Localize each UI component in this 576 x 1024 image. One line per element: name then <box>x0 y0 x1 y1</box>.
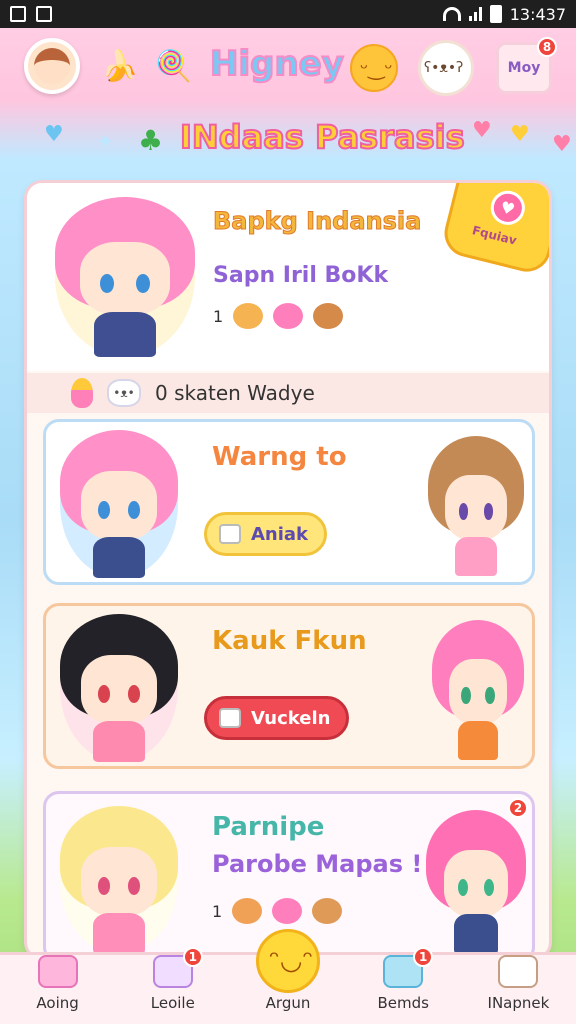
nav-item-home[interactable]: Aoing <box>0 955 115 1024</box>
nav-label: Aoing <box>36 994 79 1012</box>
heart-icon: ♥ <box>44 122 64 147</box>
nav-item-center[interactable]: Argun <box>230 929 345 1024</box>
bear-icon: 1 <box>383 947 434 988</box>
paper-icon <box>219 708 241 728</box>
nav-item-friends[interactable]: 1 Bemds <box>346 947 461 1024</box>
wifi-icon <box>442 7 461 21</box>
character-image <box>60 806 178 954</box>
nav-badge: 1 <box>413 947 434 967</box>
character-image <box>60 430 178 578</box>
heart-icon: ♥ <box>510 122 530 147</box>
character-image <box>432 620 524 760</box>
profile-menu-label: Moy <box>507 60 541 76</box>
nav-label: Leoile <box>150 994 195 1012</box>
top-header: 🍌 🍭 Higney Moy 8 <box>0 36 576 100</box>
sub-bar[interactable]: •ᴥ• 0 skaten Wadye <box>27 373 549 413</box>
status-time: 13:437 <box>509 4 566 24</box>
card-count: 1 <box>212 901 223 921</box>
character-image <box>60 614 178 762</box>
card-subtitle: Parobe Mapas ! <box>212 850 423 878</box>
banner-title: INdaas Pasrasis <box>179 117 466 157</box>
nav-item-calendar[interactable]: 1 Leoile <box>115 947 230 1024</box>
bottom-nav: Aoing 1 Leoile Argun 1 Bemds INapnek <box>0 929 576 1024</box>
card-action-button[interactable]: Aniak <box>204 512 328 556</box>
card-action-label: Vuckeln <box>251 707 331 729</box>
character-image <box>428 436 524 576</box>
notification-badge: 8 <box>537 37 557 57</box>
nav-label: Argun <box>265 994 311 1012</box>
card-title: Parnipe <box>212 812 325 842</box>
slime-icon <box>272 898 303 924</box>
sparkle-icon: ✦ <box>96 130 115 155</box>
cake-icon <box>498 955 539 988</box>
nav-badge: 1 <box>182 947 203 967</box>
battery-icon <box>489 5 502 23</box>
card-stats: 1 <box>212 898 343 924</box>
card-badge: 2 <box>508 798 528 818</box>
ice-cream-icon <box>71 378 93 408</box>
main-card: Bapkg Indansia Sapn Iril BoKk 1 ♥ Fquiav… <box>24 180 552 960</box>
clover-icon: ♣ <box>138 124 164 157</box>
card-title: Kauk Fkun <box>212 626 367 656</box>
file-icon <box>36 6 52 22</box>
profile-stats: 1 <box>213 303 344 329</box>
cookie-icon <box>233 303 264 329</box>
cat-icon: •ᴥ• <box>107 379 141 407</box>
mascot-icon <box>256 929 320 993</box>
bread-icon <box>312 898 343 924</box>
profile-name: Bapkg Indansia <box>212 207 422 236</box>
game-card[interactable]: Warng to Aniak <box>43 419 535 585</box>
heart-icon: ♥ <box>487 187 529 229</box>
heart-icon: ♥ <box>552 132 572 157</box>
avatar[interactable] <box>24 38 80 94</box>
smiley-icon[interactable] <box>350 44 398 92</box>
ribbon-label: Fquiav <box>470 223 519 248</box>
bear-icon[interactable] <box>418 40 474 96</box>
home-icon <box>37 955 78 988</box>
calendar-icon: 1 <box>152 947 203 988</box>
app-title: Higney <box>209 43 345 85</box>
nav-item-shop[interactable]: INapnek <box>461 955 576 1024</box>
character-image <box>426 810 526 954</box>
profile-character <box>55 197 195 357</box>
bread-icon <box>313 303 344 329</box>
card-action-label: Aniak <box>251 523 309 545</box>
image-icon <box>10 6 26 22</box>
signal-icon <box>468 7 482 21</box>
nav-label: INapnek <box>487 994 550 1012</box>
status-bar: 13:437 <box>0 0 576 28</box>
game-card[interactable]: Kauk Fkun Vuckeln <box>43 603 535 769</box>
sub-bar-text: 0 skaten Wadye <box>155 381 315 405</box>
favorite-ribbon[interactable]: ♥ Fquiav <box>439 183 549 277</box>
profile-count: 1 <box>213 306 224 326</box>
cookie-icon <box>232 898 263 924</box>
profile-menu-button[interactable]: Moy 8 <box>496 37 557 94</box>
banner: ♥ ✦ ♣ INdaas Pasrasis ♥ ♥ ♥ <box>0 112 576 168</box>
card-action-button[interactable]: Vuckeln <box>204 696 350 740</box>
lollipop-icon[interactable]: 🍭 <box>152 44 196 88</box>
heart-icon: ♥ <box>472 118 492 143</box>
paper-icon <box>219 524 241 544</box>
card-title: Warng to <box>212 442 347 472</box>
profile-section[interactable]: Bapkg Indansia Sapn Iril BoKk 1 ♥ Fquiav <box>27 183 549 371</box>
banana-icon[interactable]: 🍌 <box>98 44 142 88</box>
profile-subtitle: Sapn Iril BoKk <box>213 263 389 288</box>
slime-icon <box>273 303 304 329</box>
nav-label: Bemds <box>377 994 429 1012</box>
